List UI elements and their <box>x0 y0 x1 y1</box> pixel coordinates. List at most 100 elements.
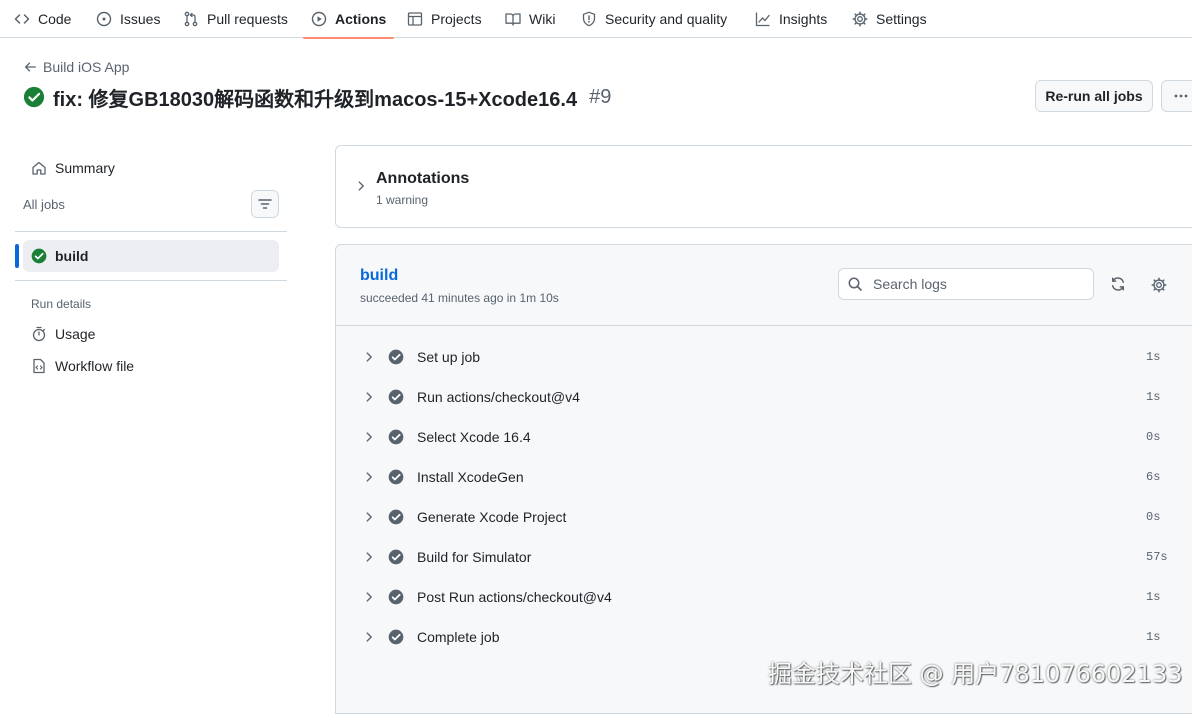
check-circle-fill-icon <box>388 509 404 525</box>
tab-projects[interactable]: Projects <box>407 0 482 38</box>
tab-projects-label: Projects <box>431 11 482 27</box>
gear-icon <box>852 11 868 27</box>
issue-opened-icon <box>96 11 112 27</box>
steps-list: Set up job 1s Run actions/checkout@v4 1s… <box>336 337 1192 657</box>
check-circle-fill-icon <box>388 549 404 565</box>
code-icon <box>14 11 30 27</box>
search-logs-box[interactable] <box>838 268 1094 300</box>
step-name: Post Run actions/checkout@v4 <box>417 589 612 605</box>
check-circle-fill-icon <box>388 469 404 485</box>
play-icon <box>311 11 327 27</box>
chevron-right-icon <box>362 510 376 524</box>
chevron-right-icon <box>362 390 376 404</box>
tab-wiki-label: Wiki <box>529 11 556 27</box>
step-duration: 1s <box>1146 390 1161 404</box>
tab-insights-label: Insights <box>779 11 828 27</box>
step-row[interactable]: Install XcodeGen 6s <box>336 457 1192 497</box>
search-logs-input[interactable] <box>871 275 1081 293</box>
stopwatch-icon <box>31 326 47 342</box>
chevron-right-icon <box>362 430 376 444</box>
sidebar-item-usage[interactable]: Usage <box>31 325 95 343</box>
chevron-right-icon[interactable] <box>354 179 368 193</box>
filter-jobs-button[interactable] <box>251 190 279 218</box>
annotations-title[interactable]: Annotations <box>376 170 469 188</box>
step-row[interactable]: Set up job 1s <box>336 337 1192 377</box>
all-jobs-heading: All jobs <box>23 197 65 212</box>
step-row[interactable]: Build for Simulator 57s <box>336 537 1192 577</box>
run-details-heading: Run details <box>31 297 92 311</box>
check-circle-fill-icon <box>388 389 404 405</box>
chevron-right-icon <box>362 350 376 364</box>
back-link-label: Build iOS App <box>43 59 130 75</box>
step-row[interactable]: Select Xcode 16.4 0s <box>336 417 1192 457</box>
repo-nav: Code Issues Pull requests Actions Projec… <box>0 0 1192 39</box>
filter-icon <box>257 196 273 212</box>
log-settings-button[interactable] <box>1145 271 1173 299</box>
job-status-text: succeeded 41 minutes ago in 1m 10s <box>360 291 559 305</box>
step-duration: 1s <box>1146 350 1161 364</box>
tab-code[interactable]: Code <box>14 0 71 38</box>
sidebar-workflow-file-label: Workflow file <box>55 358 135 374</box>
sidebar-summary-label: Summary <box>55 160 115 176</box>
step-name: Complete job <box>417 629 500 645</box>
sync-icon <box>1110 276 1126 292</box>
tab-security[interactable]: Security and quality <box>581 0 727 38</box>
job-log-header: build succeeded 41 minutes ago in 1m 10s <box>336 245 1192 326</box>
tab-settings-label: Settings <box>876 11 927 27</box>
selected-job-indicator <box>15 244 19 268</box>
book-icon <box>505 11 521 27</box>
shield-icon <box>581 11 597 27</box>
table-icon <box>407 11 423 27</box>
job-name-link[interactable]: build <box>360 267 398 285</box>
back-to-workflow-link[interactable]: Build iOS App <box>23 58 129 76</box>
watermark: 掘金技术社区 @ 用户781076602133 <box>768 660 1183 688</box>
step-row[interactable]: Post Run actions/checkout@v4 1s <box>336 577 1192 617</box>
sidebar-item-summary[interactable]: Summary <box>31 159 115 177</box>
check-circle-fill-icon <box>388 429 404 445</box>
step-row[interactable]: Generate Xcode Project 0s <box>336 497 1192 537</box>
check-circle-fill-icon <box>388 629 404 645</box>
sidebar-usage-label: Usage <box>55 326 96 342</box>
chevron-right-icon <box>362 470 376 484</box>
tab-actions-label: Actions <box>335 11 387 27</box>
kebab-horizontal-icon <box>1173 88 1189 104</box>
tab-insights[interactable]: Insights <box>755 0 827 38</box>
tab-pull-requests[interactable]: Pull requests <box>183 0 288 38</box>
annotations-count: 1 warning <box>376 193 429 207</box>
sidebar-divider <box>15 231 287 232</box>
page-title: fix: 修复GB18030解码函数和升级到macos-15+Xcode16.4… <box>23 84 612 111</box>
more-options-button[interactable] <box>1161 80 1192 112</box>
step-duration: 0s <box>1146 510 1161 524</box>
file-code-icon <box>31 358 47 374</box>
step-row[interactable]: Complete job 1s <box>336 617 1192 657</box>
tab-issues[interactable]: Issues <box>96 0 160 38</box>
step-duration: 1s <box>1146 590 1161 604</box>
git-pull-request-icon <box>183 11 199 27</box>
check-circle-fill-icon <box>388 589 404 605</box>
sidebar-item-workflow-file[interactable]: Workflow file <box>31 357 134 375</box>
graph-icon <box>755 11 771 27</box>
annotations-card: Annotations 1 warning <box>335 145 1192 228</box>
step-duration: 0s <box>1146 430 1161 444</box>
search-icon <box>847 276 863 292</box>
run-number: #9 <box>589 85 612 108</box>
sidebar-job-build[interactable]: build <box>23 240 279 272</box>
refresh-logs-button[interactable] <box>1104 270 1132 298</box>
step-row[interactable]: Run actions/checkout@v4 1s <box>336 377 1192 417</box>
tab-security-label: Security and quality <box>605 11 728 27</box>
step-name: Install XcodeGen <box>417 469 524 485</box>
tab-issues-label: Issues <box>120 11 161 27</box>
step-duration: 1s <box>1146 630 1161 644</box>
tab-settings[interactable]: Settings <box>852 0 927 38</box>
tab-pull-requests-label: Pull requests <box>207 11 288 27</box>
chevron-right-icon <box>362 550 376 564</box>
tab-wiki[interactable]: Wiki <box>505 0 555 38</box>
check-circle-fill-icon <box>31 248 47 264</box>
tab-actions[interactable]: Actions <box>302 0 395 39</box>
job-log-panel: build succeeded 41 minutes ago in 1m 10s… <box>335 244 1192 714</box>
step-name: Run actions/checkout@v4 <box>417 389 580 405</box>
rerun-all-jobs-button[interactable]: Re-run all jobs <box>1035 80 1153 112</box>
step-name: Select Xcode 16.4 <box>417 429 531 445</box>
run-title: fix: 修复GB18030解码函数和升级到macos-15+Xcode16.4 <box>53 88 578 111</box>
step-duration: 57s <box>1146 550 1168 564</box>
